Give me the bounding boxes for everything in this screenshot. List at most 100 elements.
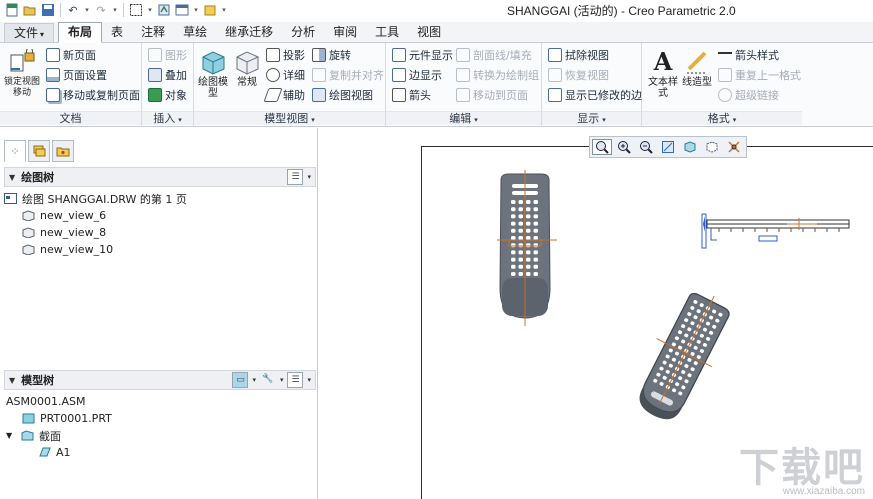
drawing-model-button[interactable]: 绘图模型: [196, 49, 230, 99]
undo-icon[interactable]: ↶: [65, 2, 81, 18]
text-style-button[interactable]: A 文本样式: [646, 49, 680, 100]
new-icon[interactable]: [4, 2, 20, 18]
chevron-down-icon[interactable]: ▾: [307, 173, 311, 181]
new-page-button[interactable]: 新页面: [46, 46, 96, 64]
tab-table[interactable]: 表: [102, 23, 132, 42]
hyperlink-button[interactable]: 超级链接: [718, 86, 779, 104]
select-box-icon[interactable]: [128, 2, 144, 18]
tab-review[interactable]: 审阅: [324, 23, 366, 42]
tab-annotate[interactable]: 注释: [132, 23, 174, 42]
tree-item-section[interactable]: A1: [4, 444, 112, 461]
tree-filters-icon[interactable]: 🔧: [260, 372, 276, 388]
revolve-button[interactable]: 旋转: [312, 46, 351, 64]
repeat-format-button[interactable]: 重复上一格式: [718, 66, 801, 84]
graphic-button[interactable]: 图形: [148, 46, 187, 64]
general-view-button[interactable]: 常规: [230, 49, 264, 88]
tree-item-view[interactable]: new_view_10: [4, 241, 187, 258]
tab-view[interactable]: 视图: [408, 23, 450, 42]
erase-view-button[interactable]: 拭除视图: [548, 46, 609, 64]
arrow-style-button[interactable]: 箭头样式: [718, 46, 779, 64]
redo-dropdown-icon[interactable]: ▾: [111, 6, 119, 14]
group-edit-label[interactable]: 编辑 ▾: [386, 111, 541, 125]
chevron-down-icon[interactable]: ▾: [252, 376, 256, 384]
edge-display-button[interactable]: 边显示: [392, 66, 442, 84]
tree-settings-icon[interactable]: ☰: [287, 169, 304, 185]
view-side[interactable]: [701, 213, 850, 249]
chevron-down-icon[interactable]: ▾: [307, 376, 311, 384]
move-to-page-button[interactable]: 移动到页面: [456, 86, 528, 104]
button-hole: [526, 272, 531, 276]
expand-icon[interactable]: ▼: [6, 431, 16, 440]
hatch-fill-button[interactable]: 剖面线/填充: [456, 46, 532, 64]
page-setup-button[interactable]: 页面设置: [46, 66, 107, 84]
projection-button[interactable]: 投影: [266, 46, 305, 64]
move-copy-page-button[interactable]: 移动或复制页面: [46, 86, 140, 104]
tab-file[interactable]: 文件 ▾: [4, 23, 55, 42]
select-dropdown-icon[interactable]: ▾: [146, 6, 154, 14]
collapse-icon[interactable]: ▼: [9, 173, 15, 182]
text-style-label: 文本样式: [648, 77, 678, 99]
tree-item-view[interactable]: new_view_8: [4, 224, 187, 241]
overlay-button[interactable]: 叠加: [148, 66, 187, 84]
detailed-button[interactable]: 详细: [266, 66, 305, 84]
group-model-views-label[interactable]: 模型视图 ▾: [194, 111, 385, 125]
tab-tools[interactable]: 工具: [366, 23, 408, 42]
customize-icon[interactable]: ▾: [220, 6, 228, 14]
view-isometric[interactable]: [625, 281, 741, 429]
tab-sketch[interactable]: 草绘: [174, 23, 216, 42]
move-to-page-label: 移动到页面: [473, 89, 528, 102]
chevron-down-icon: ▾: [178, 116, 182, 124]
show-modified-edges-button[interactable]: 显示已修改的边: [548, 86, 642, 104]
group-format-label[interactable]: 格式 ▾: [642, 111, 802, 125]
favorites-icon[interactable]: [52, 140, 74, 162]
watermark-logo: 下载吧: [739, 446, 865, 490]
tree-item-section-group[interactable]: ▼ 截面: [4, 427, 112, 444]
close-icon[interactable]: [202, 2, 218, 18]
group-display-label[interactable]: 显示 ▾: [542, 111, 641, 125]
lock-view-button[interactable]: 锁定视图移动: [4, 47, 40, 99]
convert-group-button[interactable]: 转换为绘制组: [456, 66, 539, 84]
resume-view-label: 恢复视图: [565, 69, 609, 82]
tab-layout[interactable]: 布局: [58, 22, 103, 43]
view-front[interactable]: [497, 170, 557, 326]
model-tree-title: 模型树: [21, 374, 55, 387]
line-style-icon: [683, 49, 711, 75]
component-display-icon: [392, 48, 406, 62]
graphics-area[interactable]: 下载吧 www.xiazaiba.com: [319, 128, 873, 499]
tree-root[interactable]: 绘图 SHANGGAI.DRW 的第 1 页: [4, 190, 187, 207]
model-tree-header[interactable]: ▼ 模型树 ▭ ▾ 🔧 ▾ ☰ ▾: [4, 370, 316, 390]
drawing-tree-header[interactable]: ▼ 绘图树 ☰ ▾: [4, 167, 316, 187]
arrow-button[interactable]: 箭头: [392, 86, 431, 104]
undo-dropdown-icon[interactable]: ▾: [83, 6, 91, 14]
tree-item-part[interactable]: PRT0001.PRT: [4, 410, 112, 427]
group-insert-label[interactable]: 插入 ▾: [142, 111, 193, 125]
component-display-button[interactable]: 元件显示: [392, 46, 453, 64]
copy-align-button[interactable]: 复制并对齐: [312, 66, 384, 84]
window-dropdown-icon[interactable]: ▾: [192, 6, 200, 14]
resume-view-button[interactable]: 恢复视图: [548, 66, 609, 84]
line-style-button[interactable]: 线造型: [680, 49, 714, 88]
overlay-icon: [148, 68, 162, 82]
tree-icon[interactable]: ⁘: [4, 140, 26, 162]
button-hole: [511, 264, 516, 269]
tree-settings-icon[interactable]: ☰: [287, 372, 304, 388]
object-button[interactable]: 对象: [148, 86, 187, 104]
group-format-label-text: 格式: [707, 112, 730, 125]
tree-root[interactable]: ASM0001.ASM: [4, 393, 112, 410]
collapse-icon[interactable]: ▼: [9, 376, 15, 385]
drawing-view-button[interactable]: 绘图视图: [312, 86, 373, 104]
redo-icon[interactable]: ↷: [93, 2, 109, 18]
chevron-down-icon[interactable]: ▾: [280, 376, 284, 384]
show-icon[interactable]: ▭: [232, 372, 249, 388]
button-hole: [518, 250, 523, 255]
open-icon[interactable]: [22, 2, 38, 18]
save-icon[interactable]: [40, 2, 56, 18]
auxiliary-button[interactable]: 辅助: [263, 86, 305, 104]
regenerate-icon[interactable]: [156, 2, 172, 18]
window-icon[interactable]: [174, 2, 190, 18]
tab-analysis[interactable]: 分析: [282, 23, 324, 42]
tab-legacy-migration[interactable]: 继承迁移: [216, 23, 282, 42]
layers-icon[interactable]: [28, 140, 50, 162]
button-hole: [526, 236, 531, 240]
tree-item-view[interactable]: new_view_6: [4, 207, 187, 224]
